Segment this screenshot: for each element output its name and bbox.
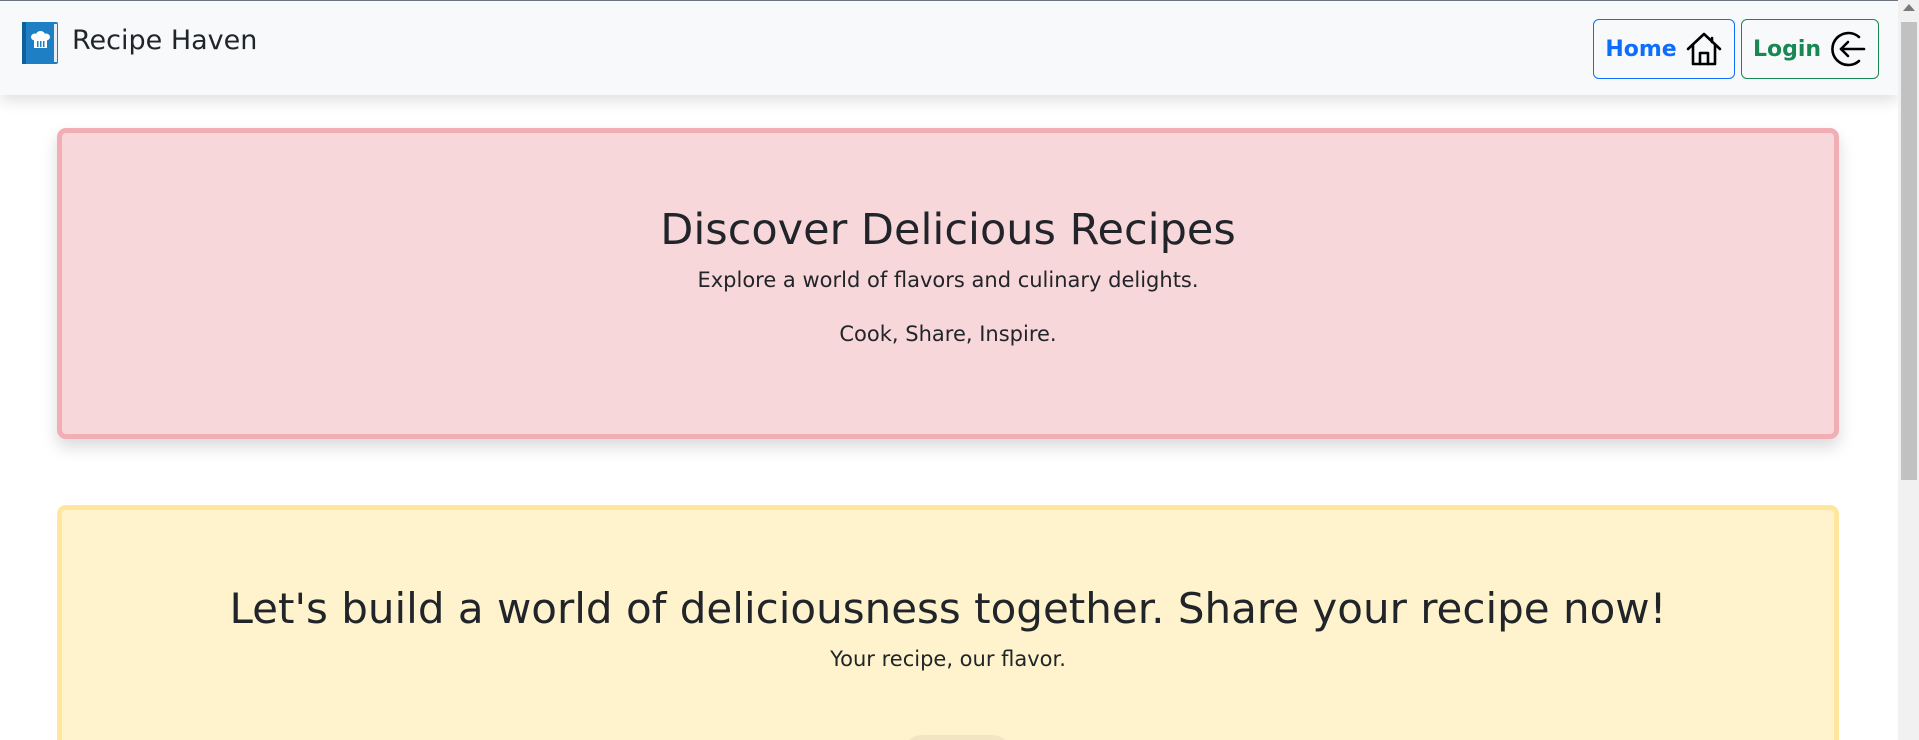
- brand-name: Recipe Haven: [72, 24, 258, 56]
- book-icon: [22, 22, 58, 64]
- vertical-scrollbar[interactable]: [1898, 0, 1919, 740]
- login-label: Login: [1752, 36, 1822, 62]
- scrollbar-thumb[interactable]: [1901, 22, 1917, 480]
- hero-tagline: Cook, Share, Inspire.: [839, 322, 1057, 346]
- share-title: Let's build a world of deliciousness tog…: [229, 584, 1667, 633]
- hero-card: Discover Delicious Recipes Explore a wor…: [57, 128, 1839, 439]
- house-icon: [1685, 30, 1723, 68]
- scroll-up-arrow-icon[interactable]: [1903, 4, 1915, 11]
- home-button[interactable]: Home: [1593, 19, 1735, 79]
- window-top-border: [0, 0, 1898, 1]
- share-recipe-button[interactable]: [902, 735, 1012, 740]
- navbar: Recipe Haven Home Login: [0, 1, 1898, 95]
- login-button[interactable]: Login: [1741, 19, 1879, 79]
- brand-link[interactable]: Recipe Haven: [22, 22, 257, 64]
- login-arrow-icon: [1829, 30, 1867, 68]
- share-subtitle: Your recipe, our flavor.: [830, 647, 1066, 671]
- share-recipe-card: Let's build a world of deliciousness tog…: [57, 505, 1839, 740]
- hero-title: Discover Delicious Recipes: [660, 205, 1236, 255]
- home-label: Home: [1605, 36, 1677, 62]
- hero-subtitle: Explore a world of flavors and culinary …: [697, 268, 1199, 292]
